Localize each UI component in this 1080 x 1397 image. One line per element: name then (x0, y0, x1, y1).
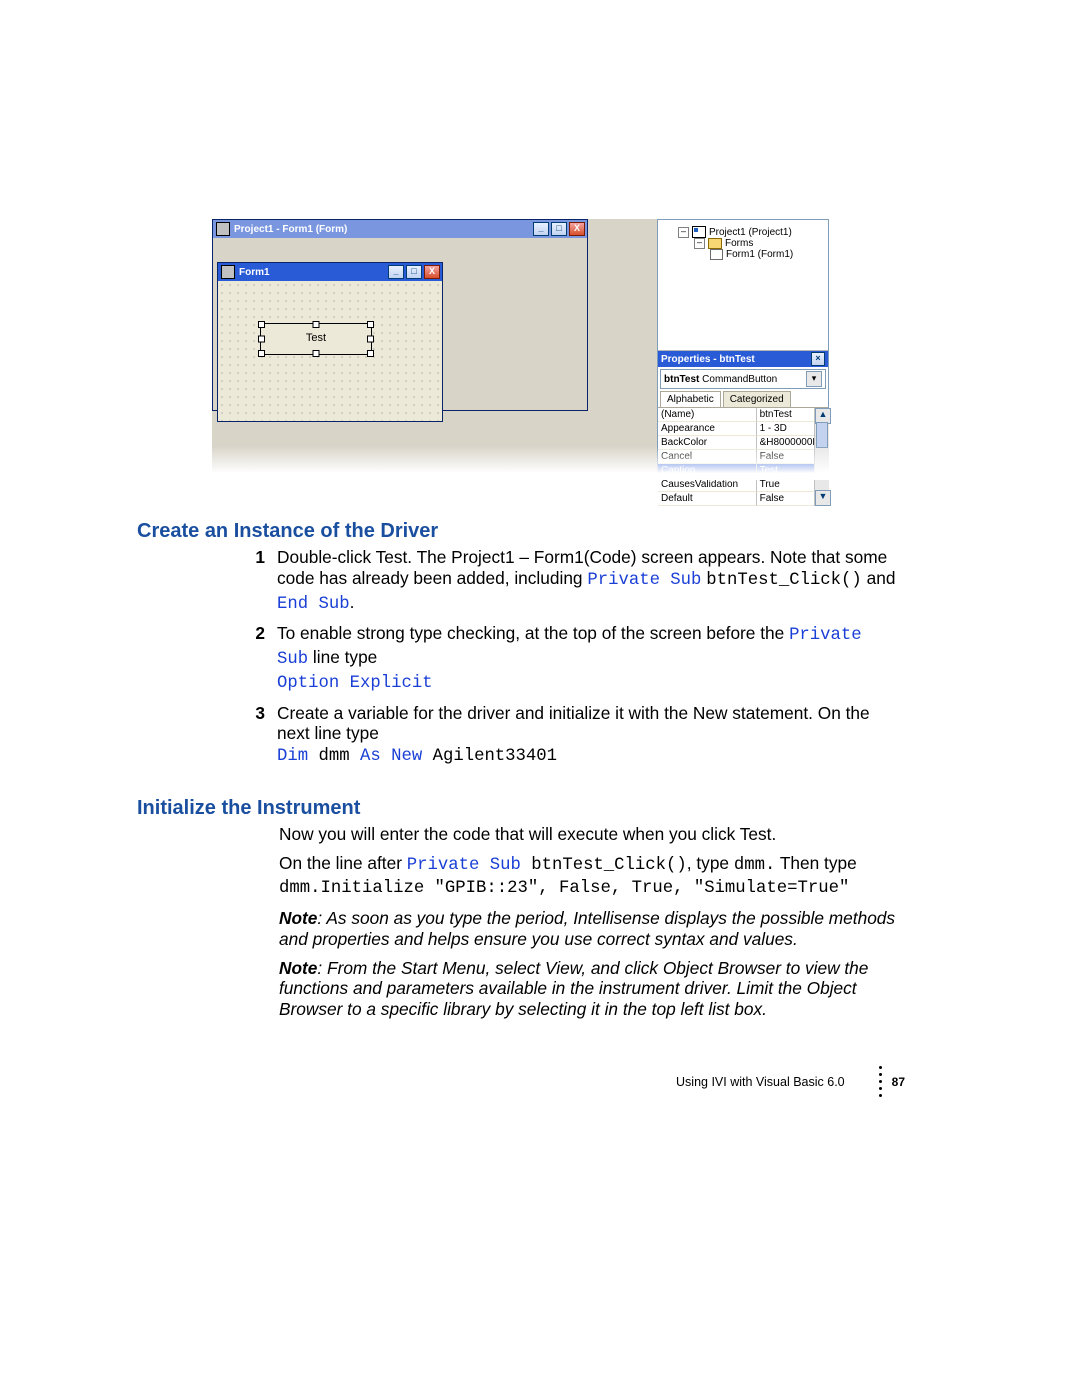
code-keyword: Private Sub (587, 571, 701, 590)
scroll-thumb[interactable] (816, 422, 828, 448)
code-keyword: Option Explicit (277, 674, 433, 693)
body-text: Then type (775, 853, 856, 873)
step-number: 2 (245, 623, 265, 694)
minimize-button[interactable]: _ (533, 222, 549, 236)
heading-initialize: Initialize the Instrument (137, 796, 900, 820)
close-button[interactable]: X (424, 265, 440, 279)
project-icon (692, 226, 706, 238)
form-designer-window[interactable]: Form1 _ □ X Test (217, 262, 443, 422)
note-text: : From the Start Menu, select View, and … (279, 958, 868, 1020)
code-text: dmm (308, 747, 360, 766)
resize-handle[interactable] (313, 321, 320, 328)
code-keyword: Dim (277, 747, 308, 766)
page-number: 87 (892, 1075, 905, 1089)
forms-folder-node[interactable]: Forms (725, 238, 753, 249)
step-1: 1 Double-click Test. The Project1 – Form… (245, 547, 900, 615)
body-text: On the line after Private Sub btnTest_Cl… (279, 853, 900, 901)
footer-text: Using IVI with Visual Basic 6.0 (676, 1075, 845, 1089)
form-icon (710, 249, 723, 260)
properties-tabs: Alphabetic Categorized (658, 391, 828, 407)
vb-ide-screenshot: Project1 - Form1 (Form) _ □ X Form1 _ □ (212, 219, 829, 479)
test-button-caption: Test (306, 332, 326, 344)
step-number: 1 (245, 547, 265, 615)
maximize-button[interactable]: □ (406, 265, 422, 279)
resize-handle[interactable] (258, 350, 265, 357)
code-text: btnTest_Click() (706, 571, 862, 590)
body-text: To enable strong type checking, at the t… (277, 623, 789, 643)
page-footer: Using IVI with Visual Basic 6.0 87 (676, 1066, 905, 1097)
note: Note: From the Start Menu, select View, … (279, 958, 900, 1020)
form-icon (221, 265, 235, 279)
combo-object-type: CommandButton (702, 374, 777, 385)
resize-handle[interactable] (258, 336, 265, 343)
close-button[interactable]: X (569, 222, 585, 236)
folder-icon (708, 238, 722, 249)
property-name[interactable]: Default (658, 492, 757, 506)
code-text: dmm. (734, 856, 775, 875)
ide-side-panels: – Project1 (Project1) – Forms Form1 (For… (657, 219, 829, 479)
body-text: , type (687, 853, 734, 873)
maximize-button[interactable]: □ (551, 222, 567, 236)
note-text: : As soon as you type the period, Intell… (279, 908, 895, 949)
code-text: btnTest_Click() (521, 856, 687, 875)
scroll-down-button[interactable]: ▼ (815, 490, 831, 506)
note-label: Note (279, 908, 317, 928)
form-node[interactable]: Form1 (Form1) (726, 249, 793, 260)
form-icon (216, 222, 230, 236)
code-text: Agilent33401 (422, 747, 557, 766)
body-text: Create a variable for the driver and ini… (277, 703, 870, 744)
tab-alphabetic[interactable]: Alphabetic (660, 391, 721, 407)
document-body: Create an Instance of the Driver 1 Doubl… (137, 519, 900, 1020)
properties-panel-title[interactable]: Properties - btnTest × (658, 351, 828, 367)
mdi-titlebar[interactable]: Project1 - Form1 (Form) _ □ X (213, 220, 587, 238)
code-keyword: Private Sub (407, 856, 521, 875)
close-icon[interactable]: × (811, 352, 825, 366)
project-explorer[interactable]: – Project1 (Project1) – Forms Form1 (For… (658, 220, 828, 351)
step-number: 3 (245, 703, 265, 768)
body-text: line type (308, 647, 377, 667)
dropdown-arrow-icon[interactable]: ▾ (806, 371, 822, 387)
note-label: Note (279, 958, 317, 978)
mdi-body: Form1 _ □ X Test (213, 238, 587, 410)
property-name[interactable]: CausesValidation (658, 478, 757, 492)
tree-collapse-icon[interactable]: – (694, 238, 705, 249)
minimize-button[interactable]: _ (388, 265, 404, 279)
properties-object-combo[interactable]: btnTest CommandButton ▾ (660, 369, 826, 389)
body-text: On the line after (279, 853, 407, 873)
mdi-child-window: Project1 - Form1 (Form) _ □ X Form1 _ □ (212, 219, 588, 411)
form-design-surface[interactable]: Test (218, 281, 442, 421)
note: Note: As soon as you type the period, In… (279, 908, 900, 950)
property-name[interactable]: Appearance (658, 422, 757, 436)
code-text: dmm.Initialize "GPIB::23", False, True, … (279, 879, 849, 898)
test-command-button[interactable]: Test (260, 323, 372, 355)
form-title-text: Form1 (239, 267, 270, 278)
footer-dots-icon (879, 1066, 882, 1097)
resize-handle[interactable] (313, 350, 320, 357)
fade-overlay (212, 446, 829, 480)
property-name[interactable]: (Name) (658, 408, 757, 422)
code-keyword: End Sub (277, 595, 350, 614)
resize-handle[interactable] (258, 321, 265, 328)
resize-handle[interactable] (367, 336, 374, 343)
page: Project1 - Form1 (Form) _ □ X Form1 _ □ (0, 0, 1080, 1397)
body-text: . (350, 592, 355, 612)
code-keyword: As New (360, 747, 422, 766)
form-titlebar[interactable]: Form1 _ □ X (218, 263, 442, 281)
body-text: and (862, 568, 896, 588)
project-node[interactable]: Project1 (Project1) (709, 227, 792, 238)
resize-handle[interactable] (367, 321, 374, 328)
heading-create-instance: Create an Instance of the Driver (137, 519, 900, 543)
tab-categorized[interactable]: Categorized (723, 391, 791, 407)
mdi-title-text: Project1 - Form1 (Form) (234, 224, 347, 235)
properties-title-text: Properties - btnTest (661, 354, 755, 365)
resize-handle[interactable] (367, 350, 374, 357)
tree-collapse-icon[interactable]: – (678, 227, 689, 238)
combo-object-name: btnTest (664, 374, 699, 385)
step-2: 2 To enable strong type checking, at the… (245, 623, 900, 694)
body-text: Now you will enter the code that will ex… (279, 824, 900, 845)
step-3: 3 Create a variable for the driver and i… (245, 703, 900, 768)
